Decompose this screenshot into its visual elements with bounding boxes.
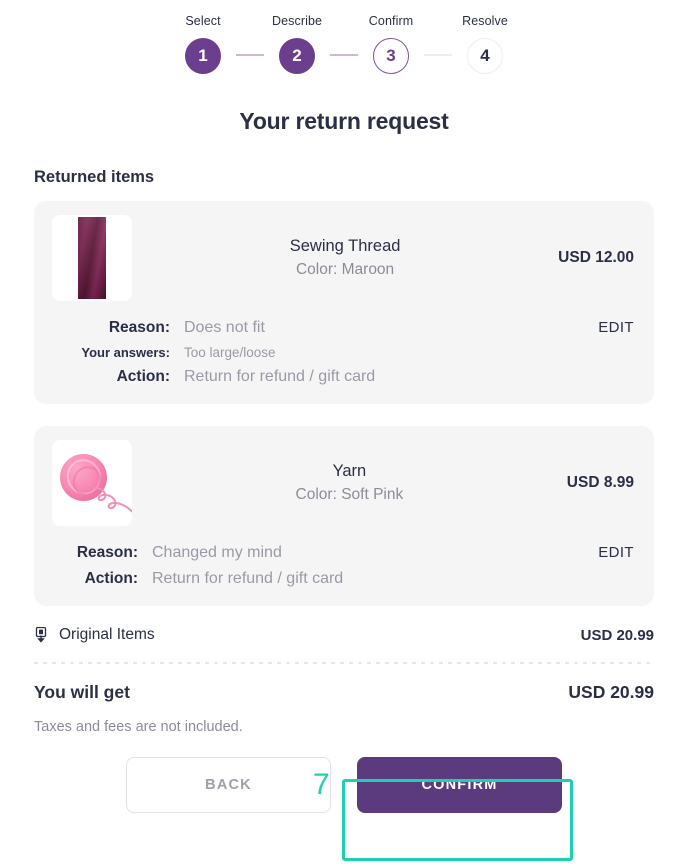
page-title: Your return request <box>239 108 449 134</box>
item-variant: Color: Soft Pink <box>295 485 404 503</box>
detail-label: Your answers: <box>81 345 170 360</box>
edit-button[interactable]: EDIT <box>598 544 634 561</box>
item-name-block: Sewing Thread Color: Maroon <box>132 235 558 281</box>
step-select[interactable]: Select 1 <box>170 14 236 74</box>
step-resolve[interactable]: Resolve 4 <box>452 14 518 74</box>
product-thumbnail-yarn <box>52 440 132 526</box>
grand-total-row: You will get USD 20.99 <box>34 682 654 703</box>
item-price: USD 12.00 <box>558 249 634 266</box>
step-circle[interactable]: 3 <box>373 38 409 74</box>
detail-label: Reason: <box>108 319 170 336</box>
detail-value: Changed my mind <box>152 544 282 561</box>
back-button[interactable]: BACK <box>126 757 331 813</box>
yarn-thread-icon <box>93 487 132 513</box>
return-item-card: Sewing Thread Color: Maroon USD 12.00 Re… <box>34 201 654 404</box>
detail-value: Return for refund / gift card <box>184 368 376 385</box>
edit-button[interactable]: EDIT <box>598 319 634 336</box>
tax-note: Taxes and fees are not included. <box>34 719 243 735</box>
item-name: Yarn <box>332 461 367 480</box>
item-summary-row: Yarn Color: Soft Pink USD 8.99 <box>52 440 634 526</box>
detail-label: Action: <box>116 368 170 385</box>
step-label: Select <box>185 14 221 28</box>
return-item-card: Yarn Color: Soft Pink USD 8.99 Reason: C… <box>34 426 654 606</box>
step-connector <box>424 54 452 56</box>
step-label: Confirm <box>368 14 414 28</box>
item-price: USD 8.99 <box>566 474 634 491</box>
original-items-label: Original Items <box>59 626 155 643</box>
grand-total-amount: USD 20.99 <box>568 682 654 702</box>
step-describe[interactable]: Describe 2 <box>264 14 330 74</box>
step-connector <box>236 54 264 56</box>
detail-row-action: Action: Return for refund / gift card <box>52 368 634 386</box>
confirm-button[interactable]: CONFIRM <box>357 757 562 813</box>
detail-row-reason: Reason: Changed my mind EDIT <box>52 544 634 562</box>
item-name: Sewing Thread <box>289 236 401 255</box>
product-thumbnail-sewing-thread <box>52 215 132 301</box>
detail-label: Action: <box>84 570 138 587</box>
detail-row-answers: Your answers: Too large/loose <box>52 345 634 360</box>
item-variant: Color: Maroon <box>295 260 395 278</box>
returned-items-heading: Returned items <box>34 168 155 186</box>
totals-divider <box>34 662 654 664</box>
detail-value: Too large/loose <box>184 345 276 360</box>
annotation-step-number: 7 <box>313 768 330 801</box>
original-items-amount: USD 20.99 <box>580 626 654 644</box>
step-circle[interactable]: 2 <box>279 38 315 74</box>
thread-spool-icon <box>78 217 106 299</box>
step-label: Resolve <box>462 14 508 28</box>
item-name-block: Yarn Color: Soft Pink <box>132 460 567 506</box>
detail-value: Does not fit <box>184 319 265 336</box>
detail-row-action: Action: Return for refund / gift card <box>52 570 634 588</box>
detail-value: Return for refund / gift card <box>152 570 344 587</box>
step-label: Describe <box>271 14 323 28</box>
item-summary-row: Sewing Thread Color: Maroon USD 12.00 <box>52 215 634 301</box>
original-items-row: Original Items USD 20.99 <box>34 626 654 644</box>
totals-section: Original Items USD 20.99 You will get US… <box>34 626 654 735</box>
footer-actions: BACK CONFIRM <box>0 757 688 813</box>
step-confirm[interactable]: Confirm 3 <box>358 14 424 74</box>
return-request-page: Select 1 Describe 2 Confirm 3 Resolve 4 … <box>0 0 688 867</box>
original-items-icon <box>35 626 47 643</box>
detail-label: Reason: <box>76 544 138 561</box>
item-details: Reason: Does not fit EDIT Your answers: … <box>52 319 634 386</box>
item-details: Reason: Changed my mind EDIT Action: Ret… <box>52 544 634 588</box>
step-circle[interactable]: 1 <box>185 38 221 74</box>
grand-total-label: You will get <box>34 682 130 702</box>
detail-row-reason: Reason: Does not fit EDIT <box>52 319 634 337</box>
step-connector <box>330 54 358 56</box>
progress-stepper: Select 1 Describe 2 Confirm 3 Resolve 4 <box>0 0 688 74</box>
step-circle[interactable]: 4 <box>467 38 503 74</box>
